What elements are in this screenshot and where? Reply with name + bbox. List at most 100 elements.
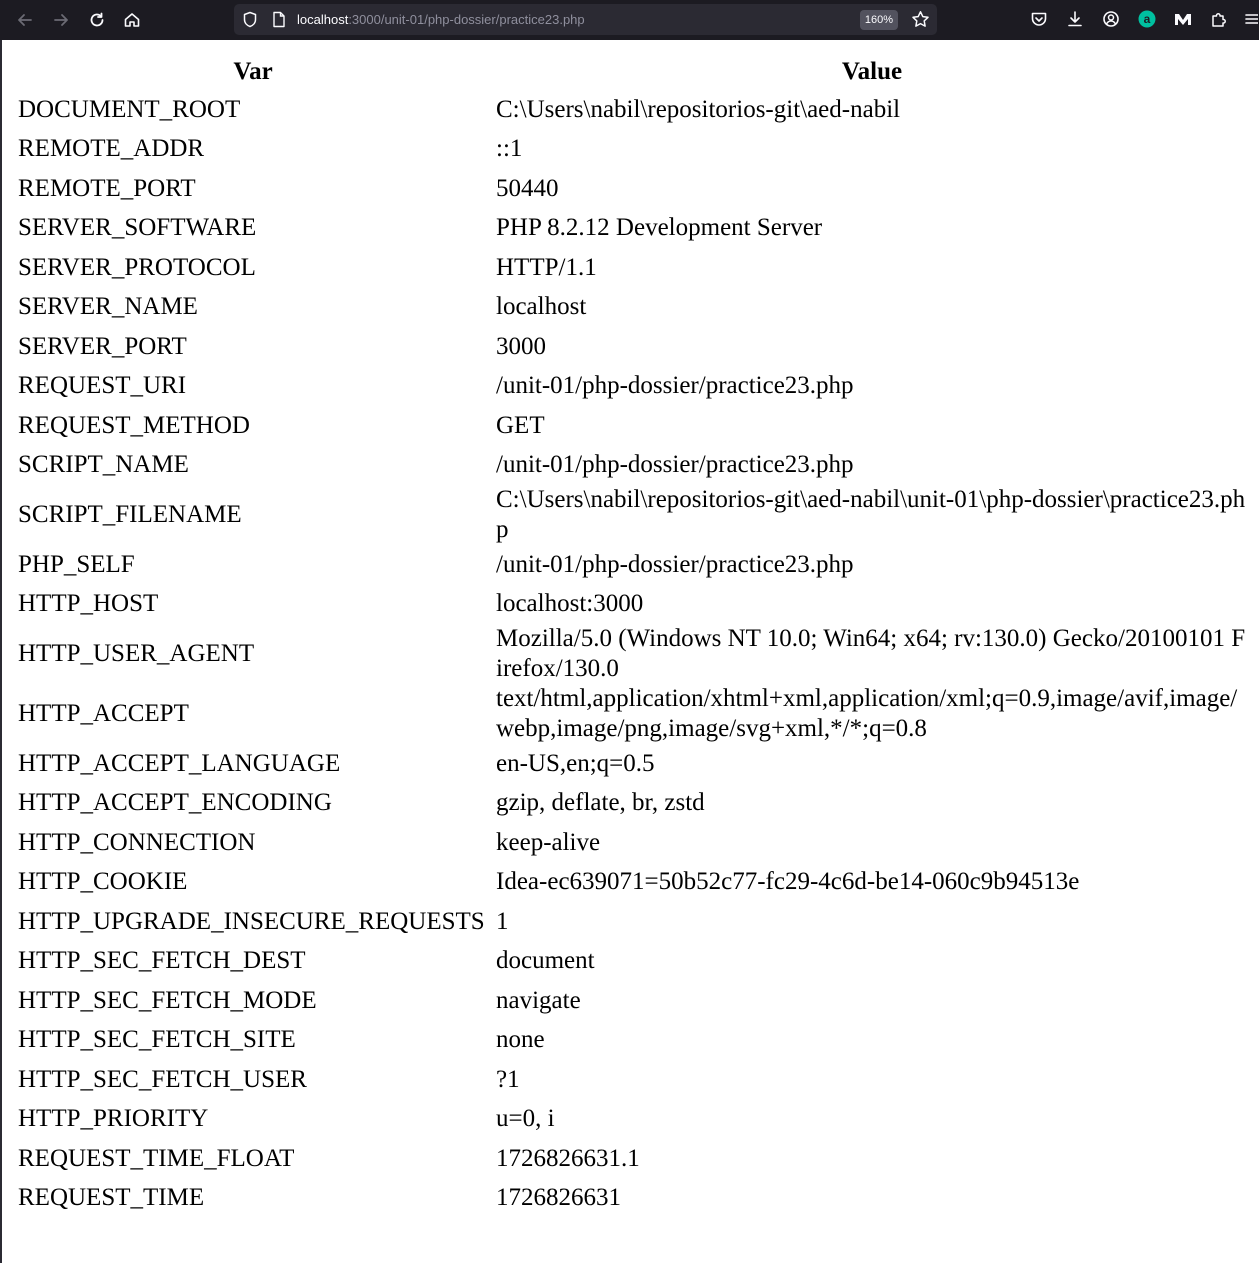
- table-row: DOCUMENT_ROOT C:\Users\nabil\repositorios…: [18, 90, 1248, 130]
- value-cell: 1726826631: [496, 1184, 621, 1212]
- reload-icon[interactable]: [85, 8, 109, 32]
- var-cell: HTTP_ACCEPT_ENCODING: [18, 789, 332, 817]
- puzzle-icon[interactable]: [1208, 8, 1230, 30]
- home-icon[interactable]: [120, 8, 144, 32]
- table-row: HTTP_UPGRADE_INSECURE_REQUESTS 1: [18, 902, 1248, 942]
- value-cell: localhost: [496, 293, 587, 321]
- table-row: REQUEST_TIME_FLOAT 1726826631.1: [18, 1139, 1248, 1179]
- var-cell: HTTP_SEC_FETCH_DEST: [18, 947, 306, 975]
- var-cell: HTTP_ACCEPT_LANGUAGE: [18, 749, 341, 777]
- var-cell: REQUEST_TIME_FLOAT: [18, 1144, 295, 1172]
- forward-arrow-icon[interactable]: [49, 8, 73, 32]
- url-path: :3000/unit-01/php-dossier/practice23.php: [348, 12, 585, 27]
- table-row: PHP_SELF/unit-01/php-dossier/practice23.…: [18, 545, 1248, 585]
- table-row: REQUEST_METHOD GET: [18, 406, 1248, 446]
- var-cell: REMOTE_PORT: [18, 174, 196, 202]
- value-cell: /unit-01/php-dossier/practice23.php: [496, 550, 854, 578]
- var-cell: HTTP_SEC_FETCH_MODE: [18, 986, 317, 1014]
- value-cell: ::1: [496, 135, 523, 163]
- server-vars-table: Var Value DOCUMENT_ROOT C:\Users\nabil\re…: [10, 54, 1256, 1218]
- var-cell: REQUEST_TIME: [18, 1184, 205, 1212]
- table-row: REQUEST_TIME 1726826631: [18, 1179, 1248, 1219]
- var-cell: REQUEST_URI: [18, 372, 187, 400]
- page-content: Var Value DOCUMENT_ROOT C:\Users\nabil\re…: [0, 40, 1259, 1263]
- value-cell: keep-alive: [496, 828, 601, 856]
- hamburger-menu-icon[interactable]: [1243, 8, 1259, 30]
- table-row: SCRIPT_FILENAME C:\Users\nabil\repositori…: [18, 485, 1248, 545]
- var-cell: REMOTE_ADDR: [18, 135, 205, 163]
- column-header-value: Value: [841, 58, 903, 85]
- table-row: HTTP_ACCEPT text/html,application/xhtml+x…: [18, 684, 1248, 744]
- value-cell: 3000: [496, 332, 546, 360]
- table-row: SCRIPT_NAME/unit-01/php-dossier/practice…: [18, 446, 1248, 486]
- extension-a-icon[interactable]: a: [1136, 8, 1158, 30]
- table-row: HTTP_ACCEPT_LANGUAGE en-US,en;q=0.5: [18, 744, 1248, 784]
- value-cell: HTTP/1.1: [496, 253, 597, 281]
- value-cell: C:\Users\nabil\repositorios-git\aed-nabi…: [496, 486, 1246, 543]
- value-cell: /unit-01/php-dossier/practice23.php: [496, 372, 854, 400]
- var-cell: REQUEST_METHOD: [18, 411, 250, 439]
- url-host: localhost: [297, 12, 349, 27]
- value-cell: localhost:3000: [496, 590, 644, 618]
- var-cell: SCRIPT_NAME: [18, 451, 189, 479]
- var-cell: SERVER_SOFTWARE: [18, 214, 257, 242]
- value-cell: u=0, i: [496, 1105, 555, 1133]
- value-cell: Idea-ec639071=50b52c77-fc29-4c6d-be14-06…: [496, 868, 1080, 896]
- var-cell: HTTP_PRIORITY: [18, 1105, 209, 1133]
- star-icon[interactable]: [911, 10, 930, 34]
- value-cell: text/html,application/xhtml+xml,applicat…: [496, 685, 1238, 742]
- table-row: HTTP_SEC_FETCH_USER ?1: [18, 1060, 1248, 1100]
- var-cell: HTTP_SEC_FETCH_USER: [18, 1065, 307, 1093]
- table-row: SERVER_PORT 3000: [18, 327, 1248, 367]
- var-cell: PHP_SELF: [18, 550, 135, 578]
- value-cell: ?1: [496, 1065, 520, 1093]
- table-body: DOCUMENT_ROOT C:\Users\nabil\repositorios…: [18, 90, 1248, 1218]
- zoom-level-badge[interactable]: 160%: [860, 10, 898, 30]
- value-cell: none: [496, 1026, 545, 1054]
- var-cell: SERVER_PROTOCOL: [18, 253, 256, 281]
- table-row: HTTP_COOKIE Idea-ec639071=50b52c77-fc29-4…: [18, 863, 1248, 903]
- url-text[interactable]: localhost:3000/unit-01/php-dossier/pract…: [297, 4, 585, 35]
- table-row: SERVER_PROTOCOL HTTP/1.1: [18, 248, 1248, 288]
- table-row: HTTP_SEC_FETCH_MODE navigate: [18, 981, 1248, 1021]
- extension-m-icon[interactable]: [1172, 8, 1194, 30]
- var-cell: HTTP_USER_AGENT: [18, 640, 255, 667]
- value-cell: document: [496, 947, 595, 975]
- table-row: HTTP_CONNECTION keep-alive: [18, 823, 1248, 863]
- address-bar[interactable]: localhost:3000/unit-01/php-dossier/pract…: [234, 4, 937, 35]
- table-row: HTTP_SEC_FETCH_DEST document: [18, 942, 1248, 982]
- download-icon[interactable]: [1064, 8, 1086, 30]
- shield-icon[interactable]: [242, 11, 258, 33]
- var-cell: HTTP_ACCEPT: [18, 700, 189, 727]
- pocket-icon[interactable]: [1028, 8, 1050, 30]
- back-arrow-icon[interactable]: [13, 8, 37, 32]
- page-icon[interactable]: [272, 11, 286, 33]
- table-row: REMOTE_PORT 50440: [18, 169, 1248, 209]
- table-row: HTTP_USER_AGENT Mozilla/5.0 (Windows NT 1…: [18, 624, 1248, 684]
- browser-toolbar: localhost:3000/unit-01/php-dossier/pract…: [0, 0, 1259, 40]
- var-cell: HTTP_HOST: [18, 590, 159, 618]
- var-cell: SERVER_PORT: [18, 332, 187, 360]
- var-cell: SERVER_NAME: [18, 293, 198, 321]
- var-cell: HTTP_SEC_FETCH_SITE: [18, 1026, 296, 1054]
- table-row: HTTP_PRIORITY u=0, i: [18, 1100, 1248, 1140]
- var-cell: SCRIPT_FILENAME: [18, 501, 242, 528]
- value-cell: GET: [496, 411, 545, 439]
- var-cell: DOCUMENT_ROOT: [18, 95, 241, 123]
- table-row: REQUEST_URI/unit-01/php-dossier/practice…: [18, 367, 1248, 407]
- table-row: SERVER_SOFTWARE PHP 8.2.12 Development Se…: [18, 209, 1248, 249]
- table-row: HTTP_SEC_FETCH_SITE none: [18, 1021, 1248, 1061]
- column-header-var: Var: [233, 58, 273, 85]
- value-cell: 50440: [496, 174, 559, 202]
- account-icon[interactable]: [1100, 8, 1122, 30]
- table-row: HTTP_HOST localhost:3000: [18, 585, 1248, 625]
- svg-text:a: a: [1144, 12, 1151, 26]
- value-cell: navigate: [496, 986, 581, 1014]
- value-cell: PHP 8.2.12 Development Server: [496, 214, 823, 242]
- value-cell: en-US,en;q=0.5: [496, 749, 655, 777]
- value-cell: /unit-01/php-dossier/practice23.php: [496, 451, 854, 479]
- value-cell: Mozilla/5.0 (Windows NT 10.0; Win64; x64…: [496, 625, 1246, 682]
- var-cell: HTTP_UPGRADE_INSECURE_REQUESTS: [18, 907, 485, 935]
- value-cell: 1726826631.1: [496, 1144, 640, 1172]
- value-cell: C:\Users\nabil\repositorios-git\aed-nabi…: [496, 95, 901, 123]
